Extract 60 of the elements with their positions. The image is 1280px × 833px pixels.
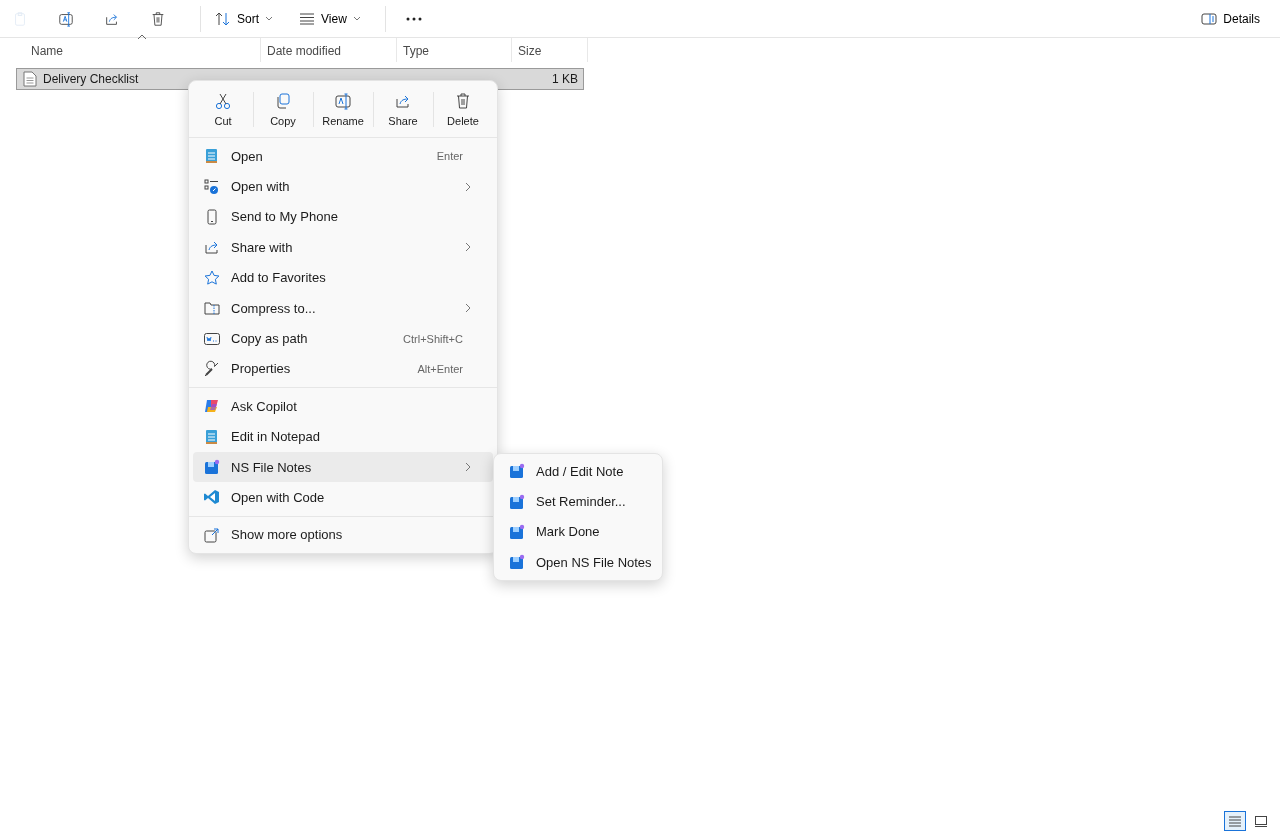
menu-item[interactable]: Set Reminder... [498,486,658,517]
tiles-view-icon [1254,815,1268,827]
menu-item[interactable]: Open with Code [193,482,493,513]
star-icon [203,268,221,287]
code-editor-icon [203,488,221,507]
menu-item[interactable]: Compress to... [193,292,493,324]
menu-item[interactable]: Copy as path Ctrl+Shift+C [193,323,493,354]
shortcut-text: Ctrl+Shift+C [403,332,463,345]
menu-item[interactable]: NS File Notes [193,451,493,483]
shortcut-text: Enter [436,150,463,163]
menu-item[interactable]: Mark Done [498,516,658,548]
rename-icon [334,91,352,110]
column-header[interactable]: Size [512,38,588,62]
size-cell-text: 1 KB [551,72,579,86]
delete-icon [454,91,472,110]
more-options-icon [203,525,221,544]
cut-icon [214,91,232,110]
menu-item[interactable]: Edit in Notepad [193,421,493,452]
menu-item[interactable]: Properties Alt+Enter [193,353,493,385]
notes-app-icon [508,522,526,541]
menu-item[interactable]: Open with [193,171,493,202]
chevron-right-icon [463,303,473,314]
file-icon [23,71,37,87]
copy-icon [274,91,292,110]
view-button[interactable]: View [291,7,369,30]
notes-app-icon [203,458,221,477]
details-pane-icon [1201,12,1218,25]
menu-item[interactable]: Open Enter [193,141,493,172]
more-icon[interactable] [405,16,422,21]
sort-caret-icon [137,34,147,40]
column-header[interactable]: Type [397,38,512,62]
menu-item[interactable]: Share with [193,232,493,263]
list-view-icon [1228,815,1242,827]
notes-app-icon [508,553,526,572]
details-view-button[interactable] [1224,811,1246,831]
sort-icon [215,10,231,27]
app-list-icon [203,177,221,196]
chevron-right-icon [463,181,473,192]
notes-app-icon [508,462,526,481]
sort-button[interactable]: Sort [207,6,281,31]
menu-item[interactable]: Show more options [193,519,493,551]
menu-item[interactable]: Add to Favorites [193,262,493,293]
menu-item[interactable]: Open NS File Notes [498,547,658,578]
chevron-icon [352,16,361,21]
chevron-right-icon [463,462,473,473]
menu-item[interactable]: Send to My Phone [193,201,493,233]
chevron-icon [265,16,273,21]
column-header[interactable]: Name [0,38,261,62]
menu-item[interactable]: Ask Copilot [193,391,493,422]
column-header[interactable]: Date modified [261,38,397,62]
zip-folder-icon [203,299,221,318]
menu-item[interactable]: Add / Edit Note [498,456,658,487]
shortcut-text: Alt+Enter [417,362,463,375]
chevron-right-icon [463,242,473,253]
delete-icon[interactable] [150,9,166,28]
details-button[interactable]: Details [1191,7,1270,30]
file-name: Delivery Checklist [43,72,139,86]
rename-icon[interactable] [58,9,74,28]
notes-app-icon [508,492,526,511]
view-lines-icon [299,12,315,25]
